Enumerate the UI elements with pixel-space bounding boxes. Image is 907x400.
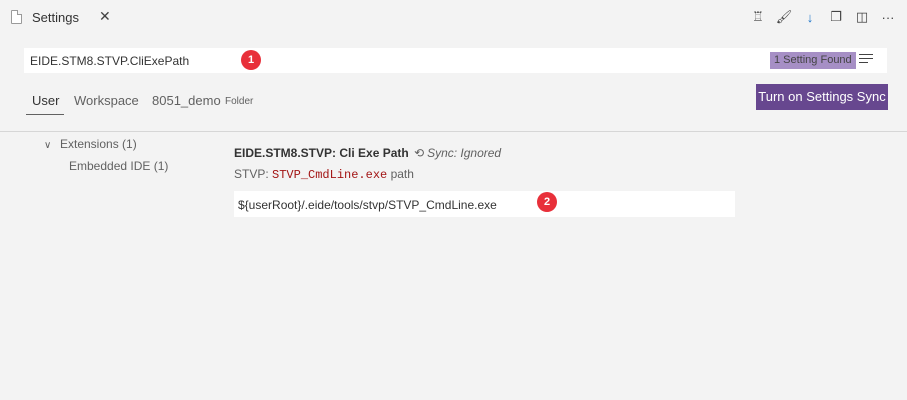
annotation-marker-2: 2 <box>537 192 557 212</box>
remote-icon[interactable]: ♖ <box>749 8 767 26</box>
settings-search-input[interactable]: EIDE.STM8.STVP.CliExePath 1 1 Setting Fo… <box>24 48 887 73</box>
setting-title: EIDE.STM8.STVP: Cli Exe Path <box>234 146 409 160</box>
tab-user[interactable]: User <box>32 93 59 108</box>
settings-tab[interactable]: Settings ✕ <box>0 0 122 35</box>
folder-tag: Folder <box>225 96 254 107</box>
file-icon <box>11 10 22 24</box>
divider <box>0 131 907 132</box>
more-icon[interactable]: ··· <box>879 8 897 26</box>
sync-ignored-note: ⟲ Sync: Ignored <box>414 146 501 160</box>
open-json-icon[interactable]: ❐ <box>827 8 845 26</box>
sync-note-text: Sync: Ignored <box>427 146 502 160</box>
tab-folder[interactable]: 8051_demo <box>152 93 221 108</box>
close-icon[interactable]: ✕ <box>99 8 111 24</box>
turn-on-settings-sync-button[interactable]: Turn on Settings Sync <box>756 84 888 110</box>
editor-tab-bar: Settings ✕ ♖ 🖌 ↓ ❐ ◫ ··· <box>0 0 907 35</box>
toc-item-extensions[interactable]: ∨ Extensions (1) <box>44 137 137 151</box>
setting-value-input[interactable]: ${userRoot}/.eide/tools/stvp/STVP_CmdLin… <box>234 191 735 217</box>
desc-prefix: STVP: <box>234 167 273 181</box>
brush-icon[interactable]: 🖌 <box>775 8 793 26</box>
chevron-down-icon: ∨ <box>44 140 52 151</box>
search-value: EIDE.STM8.STVP.CliExePath <box>30 54 190 68</box>
toc-extensions-label: Extensions (1) <box>60 137 137 151</box>
setting-name: Cli Exe Path <box>339 146 409 160</box>
desc-code: STVP_CmdLine.exe <box>272 168 388 182</box>
clear-filter-icon[interactable] <box>859 54 873 66</box>
tab-title: Settings <box>32 10 79 25</box>
annotation-marker-1: 1 <box>241 50 261 70</box>
active-tab-indicator <box>26 114 64 115</box>
setting-value: ${userRoot}/.eide/tools/stvp/STVP_CmdLin… <box>238 198 497 212</box>
results-count-badge: 1 Setting Found <box>770 52 856 69</box>
download-icon[interactable]: ↓ <box>801 8 819 26</box>
setting-description: STVP: STVP_CmdLine.exe path <box>234 167 414 182</box>
toc-item-embedded-ide[interactable]: Embedded IDE (1) <box>69 159 168 173</box>
desc-suffix: path <box>387 167 414 181</box>
editor-actions: ♖ 🖌 ↓ ❐ ◫ ··· <box>749 8 897 26</box>
setting-category: EIDE.STM8.STVP: <box>234 146 340 160</box>
sync-ignored-icon: ⟲ <box>414 146 425 160</box>
split-editor-icon[interactable]: ◫ <box>853 8 871 26</box>
tab-workspace[interactable]: Workspace <box>74 93 139 108</box>
